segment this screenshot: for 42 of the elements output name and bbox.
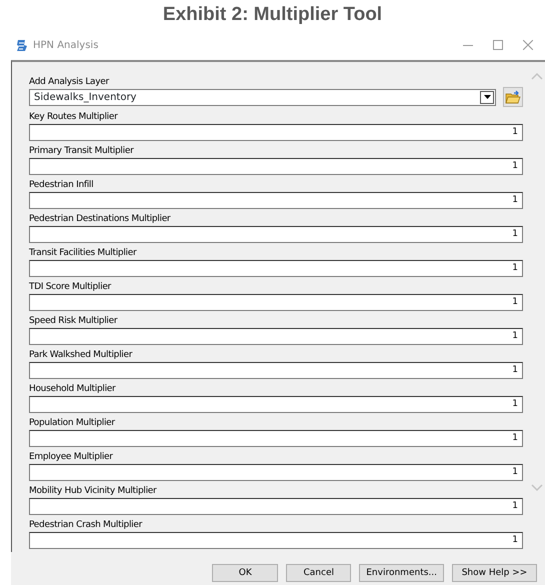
window-title: HPN Analysis: [33, 38, 98, 52]
field-label: Mobility Hub Vicinity Multiplier: [29, 485, 158, 498]
field-label: Pedestrian Infill: [29, 179, 94, 192]
number-field[interactable]: 1: [29, 158, 523, 175]
number-field[interactable]: 1: [29, 260, 523, 277]
field-label: Pedestrian Destinations Multiplier: [29, 213, 172, 226]
field-label: Transit Facilities Multiplier: [29, 247, 138, 260]
dialog-button[interactable]: Cancel: [286, 564, 352, 582]
number-field[interactable]: 1: [29, 226, 523, 243]
app-icon: [16, 38, 28, 52]
number-field[interactable]: 1: [29, 396, 523, 413]
number-field[interactable]: 1: [29, 464, 523, 481]
field-label: TDI Score Multiplier: [29, 281, 112, 294]
field-label: Primary Transit Multiplier: [29, 145, 135, 158]
dropdown-arrow-icon[interactable]: [484, 94, 490, 100]
scroll-up-icon[interactable]: [531, 72, 543, 80]
number-field[interactable]: 1: [29, 328, 523, 345]
number-field[interactable]: 1: [29, 532, 523, 549]
field-label: Key Routes Multiplier: [29, 111, 119, 124]
field-label: Speed Risk Multiplier: [29, 315, 118, 328]
dialog-button[interactable]: Show Help >>: [452, 564, 537, 582]
folder-icon: [505, 90, 521, 104]
number-field[interactable]: 1: [29, 498, 523, 515]
layer-dropdown[interactable]: Sidewalks_Inventory: [29, 88, 496, 106]
number-field[interactable]: 1: [29, 294, 523, 311]
dialog-button[interactable]: OK: [212, 564, 278, 582]
number-field[interactable]: 1: [29, 192, 523, 209]
number-field[interactable]: 1: [29, 124, 523, 141]
number-field[interactable]: 1: [29, 362, 523, 379]
field-label: Park Walkshed Multiplier: [29, 349, 134, 362]
dialog-button[interactable]: Environments...: [359, 564, 444, 582]
close-icon[interactable]: [523, 40, 533, 50]
number-field[interactable]: 1: [29, 430, 523, 447]
scroll-down-icon[interactable]: [531, 484, 543, 492]
field-label: Employee Multiplier: [29, 451, 114, 464]
field-label: Add Analysis Layer: [29, 76, 110, 89]
field-label: Pedestrian Crash Multiplier: [29, 519, 144, 532]
field-label: Household Multiplier: [29, 383, 117, 396]
field-label: Population Multiplier: [29, 417, 116, 430]
figure-caption: Exhibit 2: Multiplier Tool: [162, 3, 384, 27]
browse-button[interactable]: [503, 87, 523, 107]
maximize-icon[interactable]: [493, 40, 503, 50]
